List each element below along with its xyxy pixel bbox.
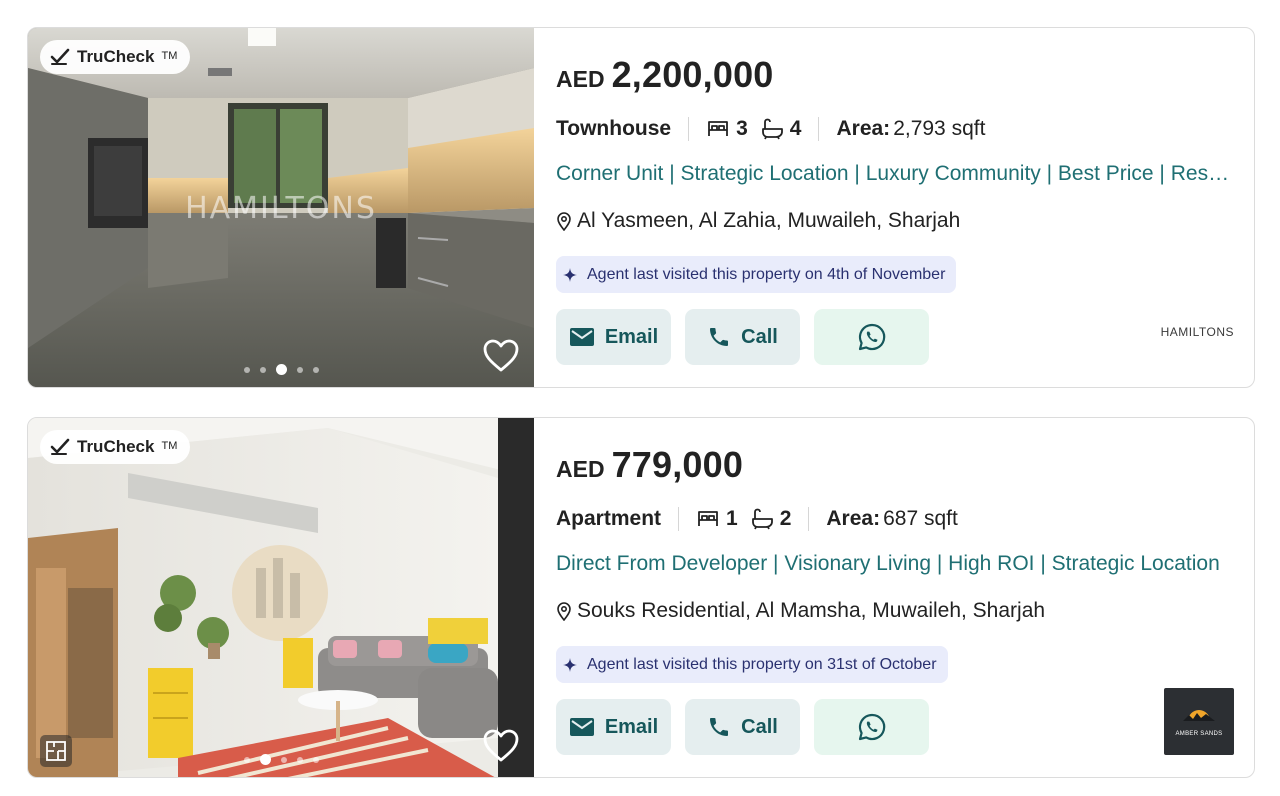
listing-card[interactable]: TruCheck TM AED 779,000 Apartment 1 2 Ar… <box>27 417 1255 778</box>
property-type: Apartment <box>556 507 662 530</box>
watermark: HAMILTONS <box>185 191 377 226</box>
area-value: 687 sqft <box>883 507 958 530</box>
price-currency: AED <box>556 66 605 92</box>
agent-visit-text: Agent last visited this property on 31st… <box>587 655 937 673</box>
bed-icon <box>708 121 729 136</box>
location-text: Souks Residential, Al Mamsha, Muwaileh, … <box>577 599 1046 622</box>
call-button[interactable]: Call <box>685 309 800 365</box>
area-value: 2,793 sqft <box>893 117 986 140</box>
whatsapp-button[interactable] <box>814 309 929 365</box>
bathrooms: 4 <box>760 117 802 141</box>
bedrooms: 1 <box>696 507 738 531</box>
bedrooms: 3 <box>706 117 748 141</box>
carousel-dot[interactable] <box>296 756 303 763</box>
bedroom-count: 3 <box>736 117 748 140</box>
listing-photo[interactable]: HAMILTONS TruCheck TM <box>28 28 534 387</box>
bathroom-count: 4 <box>789 117 802 140</box>
call-button[interactable]: Call <box>685 699 800 755</box>
agent-visit-note: Agent last visited this property on 31st… <box>556 646 948 683</box>
agent-visit-text: Agent last visited this property on 4th … <box>587 265 946 283</box>
carousel-dot-active[interactable] <box>275 364 287 375</box>
location-text: Al Yasmeen, Al Zahia, Muwaileh, Sharjah <box>577 209 961 232</box>
carousel-dot[interactable] <box>312 756 319 763</box>
carousel-dot[interactable] <box>243 366 250 373</box>
divider <box>688 117 690 141</box>
call-label: Call <box>741 715 778 738</box>
location: Al Yasmeen, Al Zahia, Muwaileh, Sharjah <box>556 209 960 233</box>
listing-title[interactable]: Direct From Developer | Visionary Living… <box>556 552 1234 576</box>
carousel-dot[interactable] <box>296 366 303 373</box>
carousel-dot[interactable] <box>259 366 266 373</box>
trucheck-badge: TruCheck TM <box>40 430 191 464</box>
property-type: Townhouse <box>556 117 672 140</box>
area-label: Area: <box>836 117 891 140</box>
carousel-dots[interactable] <box>28 364 534 375</box>
agent-visit-note: Agent last visited this property on 4th … <box>556 256 957 293</box>
carousel-dots[interactable] <box>28 754 534 765</box>
heart-icon[interactable] <box>482 337 520 375</box>
sunset-logo-icon <box>1179 710 1219 732</box>
bathroom-count: 2 <box>779 507 792 530</box>
agency-logo[interactable]: HAMILTONS <box>1161 325 1234 339</box>
phone-icon <box>710 718 729 736</box>
carousel-dot[interactable] <box>312 366 319 373</box>
kitchen-photo: HAMILTONS <box>28 28 534 387</box>
bath-icon <box>761 118 783 140</box>
price: AED 2,200,000 <box>556 54 774 96</box>
trademark: TM <box>161 50 178 62</box>
property-specs: Apartment 1 2 Area: 687 sqft <box>556 504 958 534</box>
living-room-photo <box>28 418 534 777</box>
listing-photo[interactable]: TruCheck TM <box>28 418 534 777</box>
whatsapp-icon <box>858 713 885 741</box>
email-icon <box>569 328 594 346</box>
price-amount: 2,200,000 <box>611 54 774 95</box>
sparkle-icon <box>563 657 577 672</box>
check-icon <box>50 438 70 455</box>
email-button[interactable]: Email <box>556 699 671 755</box>
whatsapp-icon <box>858 323 885 351</box>
email-label: Email <box>604 325 659 348</box>
phone-icon <box>710 328 729 346</box>
pin-icon <box>557 602 571 621</box>
trademark: TM <box>161 440 178 452</box>
email-icon <box>569 718 594 736</box>
contact-actions: Email Call <box>556 309 929 365</box>
trucheck-badge: TruCheck TM <box>40 40 191 74</box>
carousel-dot[interactable] <box>243 756 250 763</box>
carousel-dot[interactable] <box>280 756 287 763</box>
divider <box>818 117 820 141</box>
trucheck-label: TruCheck <box>77 47 155 66</box>
property-specs: Townhouse 3 4 Area: 2,793 sqft <box>556 114 985 144</box>
call-label: Call <box>741 325 778 348</box>
area-label: Area: <box>826 507 881 530</box>
bed-icon <box>698 511 718 526</box>
pin-icon <box>557 212 571 231</box>
location: Souks Residential, Al Mamsha, Muwaileh, … <box>556 599 1045 623</box>
bathrooms: 2 <box>750 507 792 531</box>
sparkle-icon <box>563 267 577 282</box>
price: AED 779,000 <box>556 444 743 486</box>
price-currency: AED <box>556 456 605 482</box>
carousel-dot-active[interactable] <box>259 754 271 765</box>
divider <box>808 507 810 531</box>
email-button[interactable]: Email <box>556 309 671 365</box>
trucheck-label: TruCheck <box>77 437 155 456</box>
listing-info: AED 779,000 Apartment 1 2 Area: 687 sqft… <box>556 418 1246 777</box>
listing-title[interactable]: Corner Unit | Strategic Location | Luxur… <box>556 162 1234 186</box>
price-amount: 779,000 <box>611 444 744 485</box>
heart-icon[interactable] <box>482 727 520 765</box>
whatsapp-button[interactable] <box>814 699 929 755</box>
agency-name: AMBER SANDS <box>1175 731 1223 738</box>
email-label: Email <box>604 715 659 738</box>
agency-logo[interactable]: AMBER SANDS <box>1164 688 1234 755</box>
bedroom-count: 1 <box>726 507 738 530</box>
divider <box>678 507 680 531</box>
contact-actions: Email Call <box>556 699 929 755</box>
check-icon <box>50 48 70 65</box>
bath-icon <box>751 508 773 530</box>
listing-card[interactable]: HAMILTONS TruCheck TM AED 2,200,000 Townh… <box>27 27 1255 388</box>
listing-info: AED 2,200,000 Townhouse 3 4 Area: 2,793 … <box>556 28 1246 387</box>
